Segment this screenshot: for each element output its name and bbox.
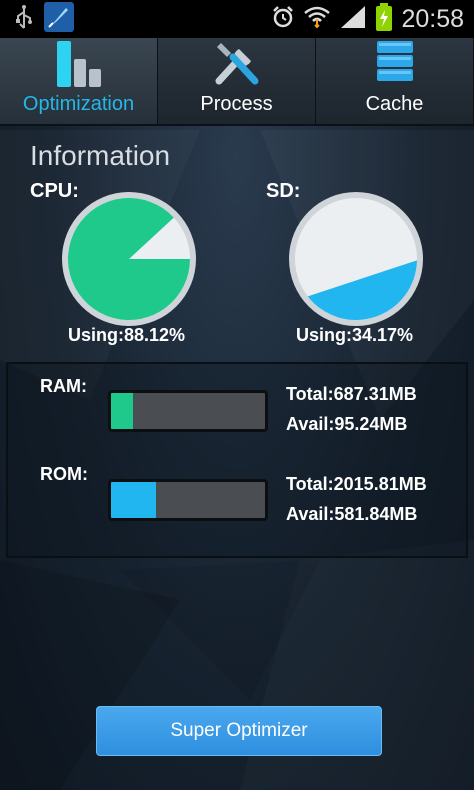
- tab-bar: Optimization Process Cache: [0, 38, 474, 126]
- memory-panel: RAM: Total:687.31MB Avail:95.24MB ROM: T…: [6, 362, 468, 558]
- ram-total: Total:687.31MB: [286, 384, 417, 404]
- tab-label: Cache: [365, 93, 424, 115]
- sd-using-text: Using:34.17%: [296, 325, 414, 345]
- rom-avail: Avail:581.84MB: [286, 504, 418, 524]
- rom-label: ROM:: [40, 464, 88, 484]
- rom-progress-fill: [111, 482, 156, 518]
- rom-progress-bar: [108, 479, 268, 521]
- ram-progress-fill: [111, 393, 133, 429]
- alarm-icon: [271, 5, 295, 34]
- database-icon: [369, 37, 421, 89]
- rom-total: Total:2015.81MB: [286, 474, 427, 494]
- battery-charging-icon: [375, 2, 393, 36]
- tab-label: Process: [200, 93, 273, 115]
- clock: 20:58: [401, 4, 464, 33]
- usb-icon: [14, 4, 34, 35]
- tab-process[interactable]: Process: [158, 38, 316, 126]
- sd-pie-gauge: [289, 192, 423, 326]
- wifi-icon: [303, 5, 331, 34]
- section-title: Information: [30, 140, 171, 171]
- bar-chart-icon: [53, 37, 105, 89]
- tools-icon: [211, 37, 263, 89]
- tab-optimization[interactable]: Optimization: [0, 38, 158, 126]
- tab-cache[interactable]: Cache: [316, 38, 474, 126]
- status-bar: 20:58: [0, 0, 474, 38]
- ram-progress-bar: [108, 390, 268, 432]
- cpu-pie-gauge: [62, 192, 196, 326]
- cpu-using-text: Using:88.12%: [68, 325, 186, 345]
- app-rocket-icon: [44, 1, 74, 37]
- ram-label: RAM:: [40, 376, 87, 396]
- signal-icon: [339, 4, 367, 35]
- tab-label: Optimization: [22, 93, 135, 115]
- super-optimizer-button[interactable]: Super Optimizer: [96, 706, 382, 756]
- ram-avail: Avail:95.24MB: [286, 414, 408, 434]
- cpu-usage-slice: [67, 198, 190, 320]
